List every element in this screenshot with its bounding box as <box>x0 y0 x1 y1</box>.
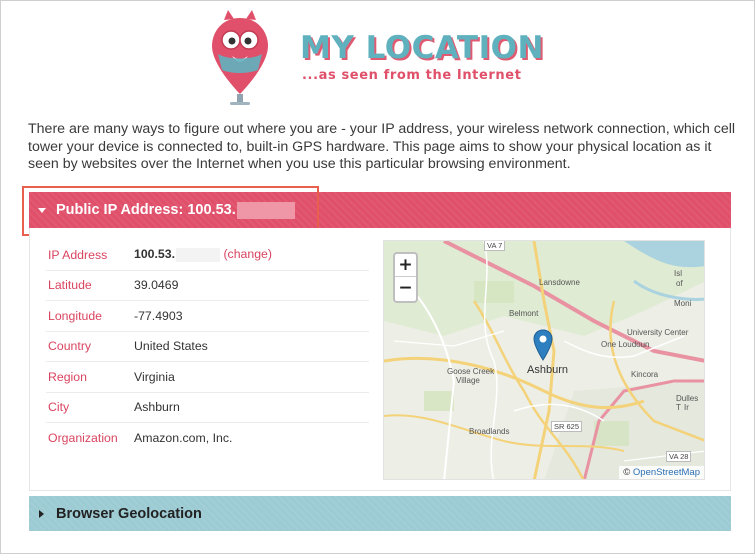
map-label-belmont: Belmont <box>509 309 539 318</box>
browser-geolocation-panel-header[interactable]: Browser Geolocation <box>29 496 731 531</box>
map-label-university-center: University Center <box>627 328 689 337</box>
map-label-village: Village <box>456 376 480 385</box>
table-row: Longitude -77.4903 <box>46 301 369 332</box>
map-label-kincora: Kincora <box>631 370 659 379</box>
table-row: Country United States <box>46 332 369 362</box>
redacted-block <box>176 248 221 263</box>
ip-address-value: 100.53. <box>134 247 176 262</box>
map-label-va28: VA 28 <box>666 451 692 462</box>
map-label-isl: Isl <box>674 269 682 278</box>
table-row: Latitude 39.0469 <box>46 271 369 301</box>
map-label-broadlands: Broadlands <box>469 427 510 436</box>
row-value: Amazon.com, Inc. <box>134 431 233 446</box>
change-ip-link[interactable]: (change) <box>223 247 272 261</box>
map-label-va7: VA 7 <box>484 241 506 251</box>
table-row: Region Virginia <box>46 362 369 393</box>
row-value: -77.4903 <box>134 308 183 323</box>
caret-right-icon <box>39 509 44 518</box>
row-key: Region <box>48 369 87 384</box>
ip-info-table: IP Address 100.53. (change) Latitude 39.… <box>46 240 369 454</box>
map-label-sr625: SR 625 <box>551 421 583 432</box>
logo-pin-icon <box>212 10 268 105</box>
intro-paragraph: There are many ways to figure out where … <box>28 121 736 172</box>
map-attribution: © OpenStreetMap <box>619 466 704 479</box>
browser-geolocation-label: Browser Geolocation <box>56 505 202 522</box>
row-key: IP Address <box>48 247 108 262</box>
row-key: Organization <box>48 431 118 446</box>
row-value: 100.53. (change) <box>134 247 272 263</box>
map-label-ashburn: Ashburn <box>527 364 568 376</box>
attribution-symbol: © <box>623 467 631 478</box>
zoom-out-button[interactable]: − <box>395 277 416 300</box>
map-label-one-loudoun: One Loudoun <box>601 340 650 349</box>
row-key: Longitude <box>48 308 103 323</box>
map-marker-icon[interactable] <box>533 329 553 361</box>
row-key: City <box>48 400 70 415</box>
openstreetmap-link[interactable]: OpenStreetMap <box>633 467 700 478</box>
table-row: IP Address 100.53. (change) <box>46 240 369 271</box>
row-value: United States <box>134 339 208 354</box>
location-map[interactable]: + − VA 7 Lansdowne Isl of Moni Belmont U… <box>383 240 705 480</box>
row-value: Ashburn <box>134 400 180 415</box>
site-tagline: ...as seen from the Internet <box>302 68 522 83</box>
map-label-goose-creek: Goose Creek <box>447 367 495 376</box>
map-label-dulles-2: Ir <box>684 403 689 412</box>
row-value: 39.0469 <box>134 278 179 293</box>
map-label-of: of <box>676 279 683 288</box>
map-label-dulles: Dulles T <box>676 394 699 412</box>
table-row: Organization Amazon.com, Inc. <box>46 423 369 454</box>
zoom-in-button[interactable]: + <box>395 254 416 277</box>
row-value: Virginia <box>134 369 175 384</box>
table-row: City Ashburn <box>46 393 369 423</box>
site-title: MY LOCATION <box>300 30 544 66</box>
row-key: Latitude <box>48 278 92 293</box>
row-key: Country <box>48 339 92 354</box>
map-label-lansdowne: Lansdowne <box>539 278 580 287</box>
zoom-control: + − <box>393 252 418 303</box>
map-label-moni: Moni <box>674 299 692 308</box>
